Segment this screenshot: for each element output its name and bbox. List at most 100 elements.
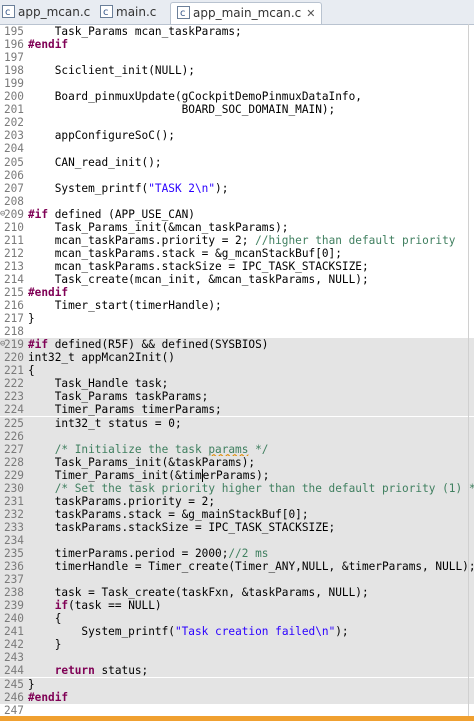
code-line[interactable]: 203 appConfigureSoC(); — [0, 129, 474, 142]
code-line[interactable]: 204 — [0, 142, 474, 155]
code-token: Task_Params_init(&mcan_taskParams); — [28, 220, 289, 234]
line-number: 225 — [3, 416, 24, 430]
tab-app-mcan[interactable]: app_mcan.c — [2, 2, 90, 23]
line-number: 204 — [3, 142, 24, 156]
line-number: 240 — [3, 612, 24, 626]
code-line[interactable]: 230 /* Set the task priority higher than… — [0, 481, 474, 495]
code-line[interactable]: 225 int32_t status = 0; — [0, 416, 474, 430]
code-token: params — [208, 442, 249, 456]
code-line[interactable]: 214 Task_create(mcan_init, &mcan_taskPar… — [0, 273, 474, 286]
code-line[interactable]: 216 Timer_start(timerHandle); — [0, 299, 474, 312]
code-token: if — [54, 599, 69, 613]
code-line[interactable]: 239 if(task == NULL) — [0, 599, 474, 613]
code-token: int32_t status = 0; — [28, 416, 182, 430]
code-line[interactable]: 223 Task_Params taskParams; — [0, 390, 474, 404]
line-number: 220 — [3, 351, 24, 365]
code-line[interactable]: 242 } — [0, 638, 474, 652]
close-icon[interactable]: ✕ — [306, 7, 315, 20]
tab-main[interactable]: main.c — [100, 2, 156, 23]
code-line[interactable]: 205 CAN_read_init(); — [0, 156, 474, 169]
code-line[interactable]: ⊖ 219 #if defined(R5F) && defined(SYSBIOS) — [0, 338, 474, 352]
line-number: 212 — [3, 246, 24, 260]
line-number: 218 — [3, 325, 24, 339]
code-line[interactable]: 221 { — [0, 364, 474, 378]
editor-bottom-bar — [0, 716, 474, 721]
line-number: 205 — [3, 155, 24, 169]
code-line[interactable]: 235 timerParams.period = 2000;//2 ms — [0, 547, 474, 561]
line-number: 241 — [3, 625, 24, 639]
code-token: defined (APP_USE_CAN) — [48, 207, 195, 221]
code-line[interactable]: 213 mcan_taskParams.stackSize = IPC_TASK… — [0, 260, 474, 273]
code-line[interactable]: 228 Task_Params_init(&taskParams); — [0, 455, 474, 469]
code-text: CAN_read_init(); — [28, 156, 162, 169]
code-line[interactable]: 240 { — [0, 612, 474, 626]
code-token: taskParams.stack = &g_mainStackBuf[0]; — [28, 507, 309, 521]
code-line[interactable]: 195 Task_Params mcan_taskParams; — [0, 25, 474, 38]
code-line[interactable]: 217} — [0, 312, 474, 325]
code-text: #if defined(R5F) && defined(SYSBIOS) — [28, 338, 268, 351]
code-text: int32_t status = 0; — [28, 417, 182, 430]
code-editor[interactable]: 195 Task_Params mcan_taskParams; 196 #endi… — [0, 24, 474, 721]
code-line[interactable]: 202 — [0, 116, 474, 129]
code-line[interactable]: 201 BOARD_SOC_DOMAIN_MAIN); — [0, 103, 474, 116]
code-line[interactable]: 196 #endif — [0, 38, 474, 51]
code-line[interactable]: 234 — [0, 533, 474, 547]
code-line[interactable]: 241 System_printf("Task creation failed\… — [0, 625, 474, 639]
code-text: #endif — [28, 286, 68, 299]
code-line[interactable]: 211 mcan_taskParams.priority = 2; //high… — [0, 234, 474, 247]
code-line[interactable]: 246 #endif — [0, 690, 474, 704]
code-line[interactable]: 232 taskParams.stack = &g_mainStackBuf[0… — [0, 507, 474, 521]
line-number: 228 — [3, 455, 24, 469]
code-text: } — [28, 638, 62, 651]
code-line[interactable]: 210 Task_Params_init(&mcan_taskParams); — [0, 221, 474, 234]
c-file-icon — [100, 2, 113, 23]
code-line[interactable]: 197 — [0, 51, 474, 64]
code-line[interactable]: 207 System_printf("TASK 2\n"); — [0, 182, 474, 195]
line-number: 239 — [3, 599, 24, 613]
code-text: mcan_taskParams.priority = 2; //higher t… — [28, 234, 456, 247]
code-line[interactable]: 200 Board_pinmuxUpdate(gCockpitDemoPinmu… — [0, 90, 474, 103]
line-number: 210 — [3, 220, 24, 234]
line-number: 233 — [3, 520, 24, 534]
code-token: int32_t appMcan2Init() — [28, 351, 175, 365]
line-number: 201 — [3, 103, 24, 117]
code-line[interactable]: 231 taskParams.priority = 2; — [0, 494, 474, 508]
line-number: 245 — [3, 677, 24, 691]
tab-app-main-mcan[interactable]: app_main_mcan.c ✕ — [170, 2, 323, 24]
code-text: /* Set the task priority higher than the… — [28, 482, 474, 495]
code-token: #if — [28, 338, 49, 352]
code-line[interactable]: 199 — [0, 77, 474, 90]
code-line[interactable]: 212 mcan_taskParams.stack = &g_mcanStack… — [0, 247, 474, 260]
code-line[interactable]: ⊖ 209 #if defined (APP_USE_CAN) — [0, 208, 474, 221]
code-text: mcan_taskParams.stackSize = IPC_TASK_STA… — [28, 260, 369, 273]
code-text: appConfigureSoC(); — [28, 129, 175, 142]
code-line[interactable]: 233 taskParams.stackSize = IPC_TASK_STAC… — [0, 520, 474, 534]
code-line[interactable]: 227 /* Initialize the task params */ — [0, 442, 474, 456]
code-text: #endif — [28, 38, 68, 51]
code-line[interactable]: 245} — [0, 677, 474, 691]
code-line[interactable]: 243 — [0, 651, 474, 665]
code-line[interactable]: 215 #endif — [0, 286, 474, 299]
code-token: timerParams.period = 2000; — [28, 547, 229, 560]
code-line[interactable]: 237 — [0, 573, 474, 587]
code-line[interactable]: 222 Task_Handle task; — [0, 377, 474, 391]
code-line[interactable]: 208 — [0, 195, 474, 208]
line-number: 227 — [3, 442, 24, 456]
code-line[interactable]: 220 int32_t appMcan2Init() — [0, 351, 474, 365]
code-line[interactable]: 206 — [0, 169, 474, 182]
code-line[interactable]: 226 — [0, 429, 474, 443]
code-line[interactable]: 229 Timer_Params_init(&timerParams); — [0, 468, 474, 482]
code-token: Board_pinmuxUpdate(gCockpitDemoPinmuxDat… — [28, 90, 362, 104]
code-line[interactable]: 247 — [0, 704, 474, 717]
code-line[interactable]: 236 timerHandle = Timer_create(Timer_ANY… — [0, 560, 474, 574]
code-text: Timer_Params_init(&timerParams); — [28, 468, 269, 482]
code-text: int32_t appMcan2Init() — [28, 351, 175, 364]
line-number: 236 — [3, 560, 24, 574]
code-line[interactable]: 218 — [0, 325, 474, 338]
code-line[interactable]: 238 task = Task_create(taskFxn, &taskPar… — [0, 586, 474, 600]
code-line[interactable]: 198 Sciclient_init(NULL); — [0, 64, 474, 77]
code-line[interactable]: 244 return status; — [0, 664, 474, 678]
code-token: System_printf( — [28, 625, 175, 639]
code-line[interactable]: 224 Timer_Params timerParams; — [0, 403, 474, 417]
line-number: 224 — [3, 403, 24, 417]
